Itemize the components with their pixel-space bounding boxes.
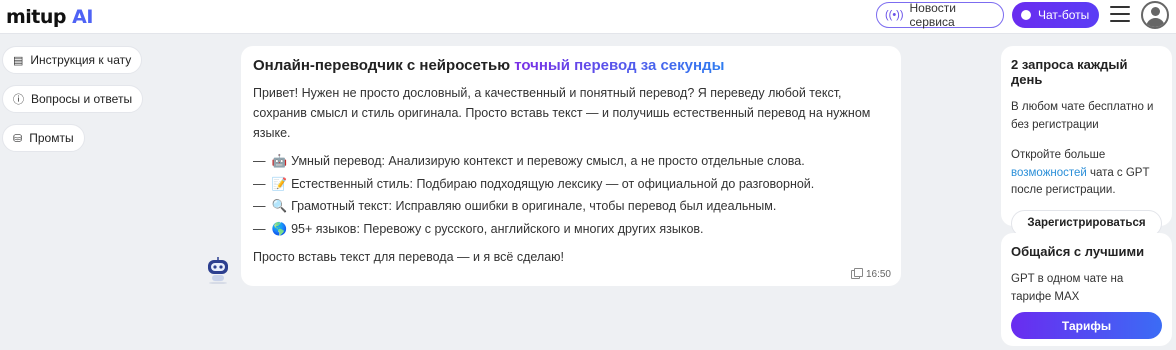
list-item: — 📝 Естественный стиль: Подбираю подходящу… xyxy=(253,175,815,191)
message-intro: Привет! Нужен не просто дословный, а кач… xyxy=(253,86,871,140)
feature-list: — 🤖 Умный перевод: Анализирую контекст и п… xyxy=(253,150,889,240)
bot-message: Онлайн-переводчик с нейросетью точный пе… xyxy=(241,46,901,286)
user-avatar-icon[interactable] xyxy=(1141,1,1169,29)
chatbots-button-label: Чат-боты xyxy=(1038,8,1090,22)
chatbots-button[interactable]: Чат-боты xyxy=(1012,2,1099,28)
news-button[interactable]: ((•)) Новости сервиса xyxy=(876,1,1004,29)
premium-card-title: Общайся с лучшими xyxy=(1011,244,1145,259)
logo-text: mitup xyxy=(6,6,67,28)
free-card-title: 2 запроса каждый день xyxy=(1011,57,1128,87)
document-icon: ▤ xyxy=(13,54,24,67)
plans-button[interactable]: Тарифы xyxy=(1011,312,1162,339)
menu-icon[interactable] xyxy=(1110,6,1130,24)
robot-emoji-icon: 🤖 xyxy=(271,153,288,168)
globe-emoji-icon: 🌎 xyxy=(271,220,288,236)
premium-card: Общайся с лучшими GPT в одном чате на та… xyxy=(1001,233,1172,346)
question-icon: ⓘ xyxy=(13,94,24,106)
sidebar-item-instructions[interactable]: ▤ Инструкция к чату xyxy=(2,46,143,74)
copy-icon[interactable] xyxy=(850,268,863,279)
logo-ai-text: AI xyxy=(72,6,93,28)
news-button-label: Новости сервиса xyxy=(909,1,956,29)
message-meta: 16:50 xyxy=(850,268,891,280)
broadcast-icon: ((•)) xyxy=(885,9,904,21)
message-outro: Просто вставь текст для перевода — и я в… xyxy=(253,250,565,264)
list-item: — 🤖 Умный перевод: Анализирую контекст и п… xyxy=(253,153,805,168)
features-link[interactable]: возможностей xyxy=(1011,167,1087,179)
top-header: mitup AI ((•)) Новости сервиса Чат-боты xyxy=(0,0,1176,34)
sidebar-item-prompts[interactable]: ⛁ Промты xyxy=(2,124,85,152)
message-title-plain: Онлайн-переводчик с нейросетью xyxy=(253,57,511,74)
sidebar-item-label: Вопросы и ответы xyxy=(31,92,133,106)
magnifier-emoji-icon: 🔍 xyxy=(271,198,288,213)
chat-bubble-icon xyxy=(1021,10,1031,20)
free-card-register-text: Откройте больше возможностей чата с GPT … xyxy=(1011,149,1150,196)
memo-emoji-icon: 📝 xyxy=(271,175,288,191)
message-time: 16:50 xyxy=(865,269,891,280)
sidebar-item-label: Промты xyxy=(29,131,74,145)
list-item: — 🔍 Грамотный текст: Исправляю ошибки в ор… xyxy=(253,198,777,213)
free-card-text: В любом чате бесплатно и без регистрации xyxy=(1011,101,1154,131)
logo[interactable]: mitup AI xyxy=(6,6,93,28)
database-icon: ⛁ xyxy=(13,132,23,145)
free-requests-card: 2 запроса каждый день В любом чате беспл… xyxy=(1001,46,1172,237)
bot-avatar-icon xyxy=(208,257,228,284)
premium-card-text: GPT в одном чате на тарифе MAX xyxy=(1011,273,1124,303)
list-item: — 🌎 95+ языков: Перевожу с русского, англи… xyxy=(253,220,704,236)
sidebar-item-label: Инструкция к чату xyxy=(30,53,132,67)
sidebar-item-faq[interactable]: ⓘ Вопросы и ответы xyxy=(2,85,144,113)
message-title: Онлайн-переводчик с нейросетью точный пе… xyxy=(253,57,889,74)
message-title-highlight: точный перевод за секунды xyxy=(514,57,725,74)
